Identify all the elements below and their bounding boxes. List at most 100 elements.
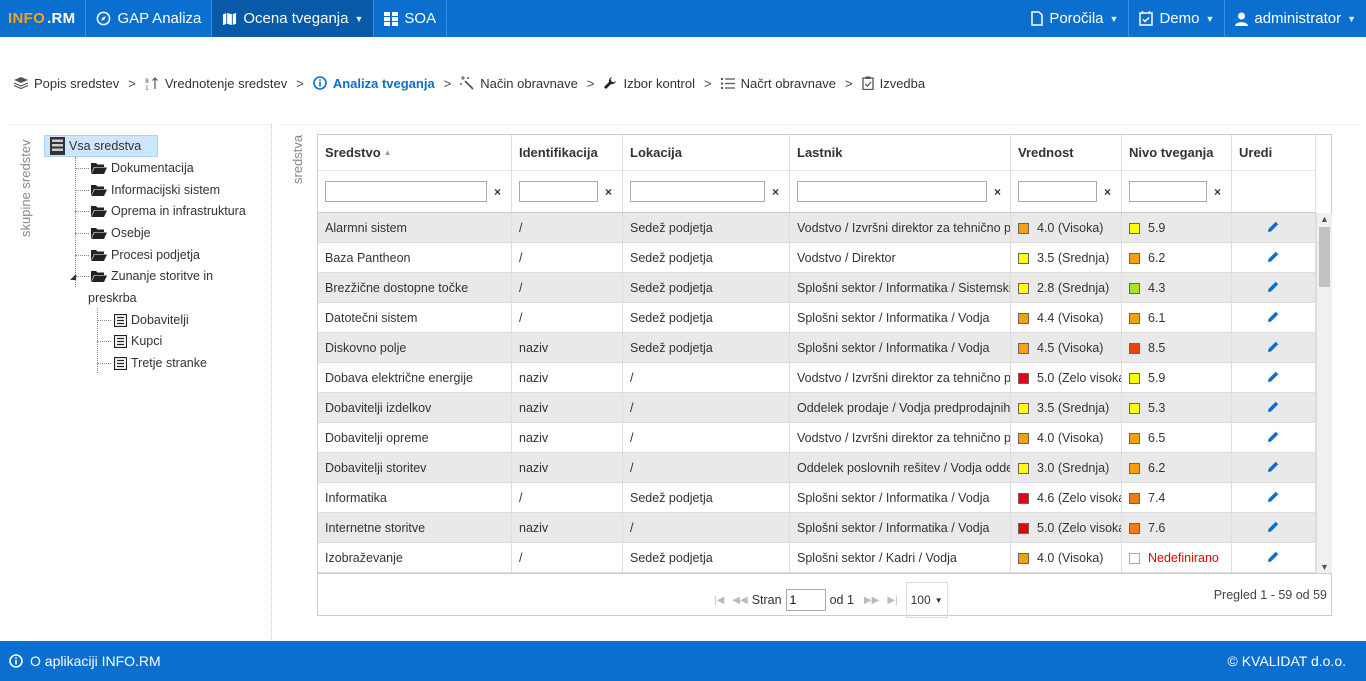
- cell-lokacija: Sedež podjetja: [623, 303, 790, 333]
- table-row[interactable]: Alarmni sistem / Sedež podjetja Vodstvo / I…: [318, 213, 1316, 243]
- value-text: 2.8 (Srednja): [1037, 281, 1110, 295]
- value-text: 4.0 (Visoka): [1037, 431, 1104, 445]
- crumb-popis-sredstev[interactable]: Popis sredstev: [14, 76, 119, 91]
- clear-filter-icon[interactable]: ×: [494, 185, 501, 199]
- nav-ocena-tveganja[interactable]: Ocena tveganja ▼: [212, 0, 375, 37]
- tree-node-tretje-stranke[interactable]: Tretje stranke: [114, 353, 207, 373]
- pencil-icon[interactable]: [1267, 280, 1280, 296]
- first-page-icon[interactable]: |◀: [714, 595, 724, 606]
- table-row[interactable]: Diskovno polje naziv Sedež podjetja Splošni…: [318, 333, 1316, 363]
- cell-sredstvo: Alarmni sistem: [318, 213, 512, 243]
- pencil-icon[interactable]: [1267, 490, 1280, 506]
- cell-lokacija: /: [623, 453, 790, 483]
- clear-filter-icon[interactable]: ×: [1214, 185, 1221, 199]
- table-row[interactable]: Dobavitelji opreme naziv / Vodstvo / Izvršn…: [318, 423, 1316, 453]
- value-color-indicator: [1018, 402, 1029, 414]
- nav-gap-analiza[interactable]: GAP Analiza: [86, 0, 213, 37]
- clear-filter-icon[interactable]: ×: [772, 185, 779, 199]
- scroll-down-icon[interactable]: ▼: [1320, 562, 1329, 572]
- table-row[interactable]: Brezžične dostopne točke / Sedež podjetja S…: [318, 273, 1316, 303]
- nav-demo-label: Demo: [1159, 10, 1200, 27]
- chevron-down-icon: ▼: [1205, 13, 1215, 24]
- last-page-icon[interactable]: ▶|: [887, 595, 897, 606]
- crumb-izvedba[interactable]: Izvedba: [861, 76, 925, 91]
- cell-lokacija: /: [623, 513, 790, 543]
- filter-nivo-input[interactable]: [1129, 181, 1207, 202]
- tree-node-kupci[interactable]: Kupci: [114, 331, 162, 351]
- risk-text: 6.2: [1148, 461, 1166, 475]
- scroll-thumb[interactable]: [1319, 227, 1330, 287]
- risk-text: 5.9: [1148, 371, 1166, 385]
- table-row[interactable]: Dobavitelji izdelkov naziv / Oddelek prodaj…: [318, 393, 1316, 423]
- table-row[interactable]: Izobraževanje / Sedež podjetja Splošni sekt…: [318, 543, 1316, 573]
- filter-identifikacija-input[interactable]: [519, 181, 598, 202]
- scroll-up-icon[interactable]: ▲: [1320, 214, 1329, 224]
- nav-soa[interactable]: SOA: [374, 0, 448, 37]
- crumb-vrednotenje-sredstev[interactable]: 81 Vrednotenje sredstev: [145, 76, 287, 91]
- tree-node-osebje[interactable]: Osebje: [91, 223, 151, 243]
- tree-node-dobavitelji[interactable]: Dobavitelji: [114, 310, 189, 330]
- rows-per-page-select[interactable]: 100 ▼: [905, 582, 948, 618]
- tree-node-informacijski-sistem[interactable]: Informacijski sistem: [91, 180, 220, 200]
- table-row[interactable]: Dobava električne energije naziv / Vodstvo …: [318, 363, 1316, 393]
- pencil-icon[interactable]: [1267, 520, 1280, 536]
- table-row[interactable]: Datotečni sistem / Sedež podjetja Splošni s…: [318, 303, 1316, 333]
- pencil-icon[interactable]: [1267, 250, 1280, 266]
- table-row[interactable]: Dobavitelji storitev naziv / Oddelek poslov…: [318, 453, 1316, 483]
- nav-demo[interactable]: Demo ▼: [1128, 0, 1224, 37]
- pager-page-input[interactable]: [785, 589, 826, 611]
- nav-porocila[interactable]: Poročila ▼: [1021, 0, 1128, 37]
- nav-user[interactable]: administrator ▼: [1224, 0, 1366, 37]
- asset-groups-panel: skupine sredstev Vsa sredstva Dokumentac…: [8, 124, 272, 640]
- pencil-icon[interactable]: [1267, 550, 1280, 566]
- top-navbar: INFO .RM GAP Analiza Ocena tveganja ▼ SO…: [0, 0, 1366, 37]
- filter-vrednost-input[interactable]: [1018, 181, 1097, 202]
- pencil-icon[interactable]: [1267, 460, 1280, 476]
- table-row[interactable]: Informatika / Sedež podjetja Splošni sektor…: [318, 483, 1316, 513]
- cell-uredi: [1232, 483, 1316, 513]
- tree-expanded-arrow-icon[interactable]: ◢: [70, 272, 76, 281]
- crumb-nacrt-obravnave[interactable]: Načrt obravnave: [720, 76, 836, 91]
- risk-color-indicator: [1129, 342, 1140, 354]
- pencil-icon[interactable]: [1267, 220, 1280, 236]
- value-text: 4.0 (Visoka): [1037, 221, 1104, 235]
- cell-lastnik: Oddelek prodaje / Vodja predprodajnih: [790, 393, 1011, 423]
- tree-node-oprema[interactable]: Oprema in infrastruktura: [91, 201, 246, 221]
- col-header-sredstvo[interactable]: Sredstvo ▲: [318, 135, 512, 171]
- prev-page-icon[interactable]: ◀◀: [732, 595, 747, 606]
- crumb-izbor-kontrol[interactable]: Izbor kontrol: [603, 76, 695, 91]
- pencil-icon[interactable]: [1267, 430, 1280, 446]
- tree-root-node[interactable]: Vsa sredstva: [44, 135, 158, 157]
- crumb-analiza-tveganja[interactable]: Analiza tveganja: [313, 76, 435, 91]
- tree-node-label: Tretje stranke: [131, 356, 207, 370]
- pencil-icon[interactable]: [1267, 400, 1280, 416]
- pencil-icon[interactable]: [1267, 340, 1280, 356]
- risk-color-indicator: [1129, 462, 1140, 474]
- col-header-identifikacija[interactable]: Identifikacija: [512, 135, 623, 171]
- col-header-lokacija[interactable]: Lokacija: [623, 135, 790, 171]
- brand-logo[interactable]: INFO .RM: [0, 0, 87, 37]
- col-header-vrednost[interactable]: Vrednost: [1011, 135, 1122, 171]
- clear-filter-icon[interactable]: ×: [994, 185, 1001, 199]
- filter-lokacija-input[interactable]: [630, 181, 765, 202]
- clear-filter-icon[interactable]: ×: [1104, 185, 1111, 199]
- col-header-nivo-tveganja[interactable]: Nivo tveganja: [1122, 135, 1232, 171]
- table-row[interactable]: Baza Pantheon / Sedež podjetja Vodstvo / Di…: [318, 243, 1316, 273]
- col-header-lastnik[interactable]: Lastnik: [790, 135, 1011, 171]
- tree-node-procesi[interactable]: Procesi podjetja: [91, 245, 200, 265]
- clear-filter-icon[interactable]: ×: [605, 185, 612, 199]
- table-row[interactable]: Internetne storitve naziv / Splošni sektor …: [318, 513, 1316, 543]
- filter-lastnik-input[interactable]: [797, 181, 987, 202]
- tree-node-dokumentacija[interactable]: Dokumentacija: [91, 158, 194, 178]
- pencil-icon[interactable]: [1267, 370, 1280, 386]
- tree-node-zunanje-storitve[interactable]: Zunanje storitve in: [91, 266, 213, 286]
- about-link[interactable]: O aplikaciji INFO.RM: [9, 653, 161, 669]
- filter-sredstvo-input[interactable]: [325, 181, 487, 202]
- chevron-right-icon: >: [296, 75, 304, 91]
- crumb-nacin-obravnave[interactable]: Način obravnave: [460, 76, 578, 91]
- next-page-icon[interactable]: ▶▶: [864, 595, 879, 606]
- grid-vertical-scrollbar[interactable]: ▲ ▼: [1316, 213, 1332, 573]
- cell-nivo-tveganja: 4.3: [1122, 273, 1232, 303]
- assets-grid: Sredstvo ▲ Identifikacija Lokacija Lastn…: [317, 134, 1332, 618]
- pencil-icon[interactable]: [1267, 310, 1280, 326]
